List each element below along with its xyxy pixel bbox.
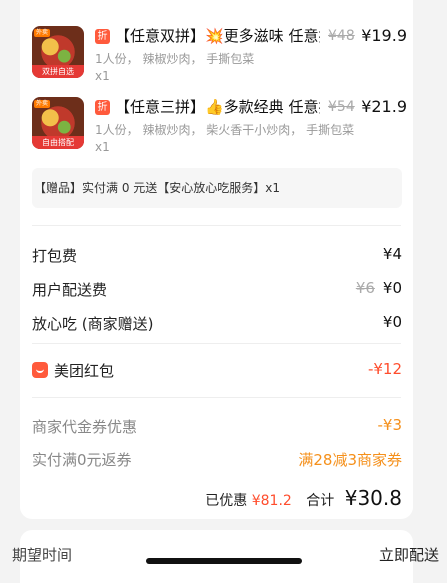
thumb-tag: 外卖 bbox=[34, 29, 51, 37]
order-total: 已优惠 ¥81.2 合计 ¥30.8 bbox=[205, 486, 402, 510]
packing-fee-row: 打包费 ¥4 bbox=[32, 245, 402, 267]
delivery-fee-label: 用户配送费 bbox=[32, 281, 108, 299]
expected-time-label: 期望时间 bbox=[12, 546, 73, 564]
safe-service-value: ¥0 bbox=[382, 313, 402, 331]
thumb-tag: 外卖 bbox=[34, 100, 51, 108]
safe-service-label: 放心吃 (商家赠送) bbox=[32, 315, 154, 333]
red-packet-icon bbox=[32, 362, 48, 378]
red-packet-value: -¥12 bbox=[367, 360, 402, 378]
order-card: 外卖 双拼自选 折 【任意双拼】💥更多滋味 任意拼… ¥48 ¥19.9 1人份… bbox=[20, 0, 413, 519]
divider bbox=[32, 343, 401, 344]
item-original-price: ¥48 bbox=[328, 28, 355, 44]
merchant-voucher-value: -¥3 bbox=[377, 416, 403, 434]
food-thumbnail: 外卖 自由搭配 bbox=[32, 97, 84, 149]
item-description: 1人份， 辣椒炒肉， 柴火香干小炒肉， 手撕包菜 bbox=[95, 123, 355, 137]
item-price: ¥19.9 bbox=[361, 26, 407, 45]
item-description: 1人份， 辣椒炒肉， 手撕包菜 bbox=[95, 52, 255, 66]
item-quantity: x1 bbox=[95, 140, 110, 154]
divider bbox=[32, 397, 401, 398]
delivery-time-card bbox=[20, 530, 413, 583]
list-item[interactable]: 外卖 双拼自选 折 【任意双拼】💥更多滋味 任意拼… ¥48 ¥19.9 1人份… bbox=[32, 26, 407, 90]
item-quantity: x1 bbox=[95, 69, 110, 83]
delivery-fee-values: ¥6 ¥0 bbox=[356, 279, 402, 297]
item-price: ¥21.9 bbox=[361, 97, 407, 116]
return-coupon-value: 满28减3商家券 bbox=[298, 451, 402, 469]
delivery-fee-value: ¥0 bbox=[382, 279, 402, 297]
red-packet-row[interactable]: 美团红包 -¥12 bbox=[32, 360, 402, 382]
discount-amount: ¥81.2 bbox=[251, 493, 292, 509]
discount-badge: 折 bbox=[95, 100, 110, 115]
merchant-voucher-label: 商家代金券优惠 bbox=[32, 418, 138, 436]
thumb-ribbon: 双拼自选 bbox=[32, 65, 84, 78]
expected-time-value[interactable]: 立即配送 bbox=[379, 544, 439, 565]
red-packet-label-group: 美团红包 bbox=[32, 360, 114, 381]
packing-fee-value: ¥4 bbox=[382, 245, 402, 263]
delivery-fee-original: ¥6 bbox=[355, 279, 375, 297]
return-coupon-row: 实付满0元返券 满28减3商家券 bbox=[32, 449, 402, 471]
item-name: 【任意双拼】💥更多滋味 任意拼… bbox=[115, 27, 320, 45]
discount-badge: 折 bbox=[95, 29, 110, 44]
merchant-voucher-row[interactable]: 商家代金券优惠 -¥3 bbox=[32, 416, 402, 438]
packing-fee-label: 打包费 bbox=[32, 247, 78, 265]
delivery-fee-row: 用户配送费 ¥6 ¥0 bbox=[32, 279, 402, 301]
food-thumbnail: 外卖 双拼自选 bbox=[32, 26, 84, 78]
discount-label: 已优惠 bbox=[205, 493, 248, 509]
total-label: 合计 bbox=[306, 493, 335, 509]
gift-note: 【赠品】实付满 0 元送【安心放心吃服务】x1 bbox=[32, 168, 402, 208]
total-amount: ¥30.8 bbox=[344, 486, 402, 510]
return-coupon-label: 实付满0元返券 bbox=[32, 451, 132, 469]
red-packet-label: 美团红包 bbox=[54, 362, 115, 380]
home-indicator[interactable] bbox=[146, 558, 302, 564]
safe-service-row: 放心吃 (商家赠送) ¥0 bbox=[32, 313, 402, 335]
item-name: 【任意三拼】👍多款经典 任意拼… bbox=[115, 98, 320, 116]
thumb-ribbon: 自由搭配 bbox=[32, 136, 84, 149]
list-item[interactable]: 外卖 自由搭配 折 【任意三拼】👍多款经典 任意拼… ¥54 ¥21.9 1人份… bbox=[32, 97, 407, 161]
item-original-price: ¥54 bbox=[328, 99, 355, 115]
divider bbox=[32, 225, 401, 226]
